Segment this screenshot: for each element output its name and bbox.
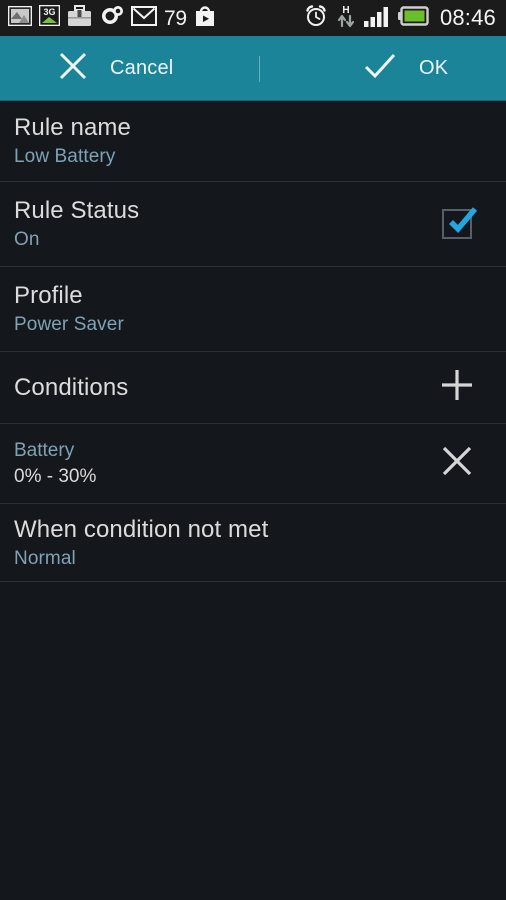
- action-bar: Cancel OK: [0, 36, 506, 104]
- row-rule-status-title: Rule Status: [14, 197, 140, 224]
- rule-settings-list: Rule name Low Battery Rule Status On Pro…: [0, 101, 506, 900]
- hspa-data-icon: H: [336, 4, 356, 33]
- link-circles-icon: [99, 5, 124, 32]
- gmail-icon: [131, 5, 157, 31]
- close-x-icon: [440, 444, 474, 483]
- notification-count: 79: [164, 6, 187, 30]
- row-rule-status[interactable]: Rule Status On: [0, 182, 506, 267]
- row-rule-name-value: Low Battery: [14, 146, 116, 167]
- briefcase-icon: [67, 4, 92, 32]
- ok-button-label: OK: [419, 57, 449, 79]
- row-profile-value: Power Saver: [14, 314, 124, 335]
- action-bar-divider: [259, 56, 260, 82]
- status-bar-system: H 08:46: [304, 4, 498, 33]
- add-condition-button[interactable]: [430, 361, 484, 415]
- row-rule-name[interactable]: Rule name Low Battery: [0, 101, 506, 182]
- screenshot-icon: [7, 5, 33, 31]
- svg-text:3G: 3G: [43, 7, 55, 17]
- row-profile-title: Profile: [14, 282, 83, 309]
- svg-text:H: H: [342, 5, 349, 16]
- ok-button[interactable]: OK: [253, 36, 506, 101]
- row-when-condition-not-met-text: When condition not met Normal: [14, 515, 488, 571]
- signal-bars-icon: [363, 5, 390, 32]
- check-icon: [441, 202, 481, 242]
- cancel-button[interactable]: Cancel: [0, 36, 253, 101]
- alarm-clock-icon: [304, 4, 328, 32]
- status-bar: 3G 79 H 08:46: [0, 0, 506, 36]
- row-profile[interactable]: Profile Power Saver: [0, 267, 506, 352]
- row-condition-battery[interactable]: Battery 0% - 30%: [0, 424, 506, 504]
- row-conditions-text: Conditions: [14, 373, 430, 402]
- cancel-button-label: Cancel: [110, 57, 174, 79]
- row-when-condition-not-met-title: When condition not met: [14, 515, 269, 543]
- status-bar-notifications: 3G 79: [7, 4, 304, 32]
- checkbox-box: [442, 207, 478, 239]
- close-x-icon: [58, 51, 88, 86]
- row-condition-battery-title: Battery: [14, 439, 75, 461]
- check-icon: [363, 51, 397, 86]
- row-condition-battery-value: 0% - 30%: [14, 465, 97, 487]
- row-when-condition-not-met-value: Normal: [14, 547, 76, 569]
- rule-status-checkbox[interactable]: [430, 197, 484, 251]
- status-bar-clock: 08:46: [439, 5, 496, 30]
- plus-icon: [438, 366, 476, 409]
- remove-condition-button[interactable]: [430, 437, 484, 491]
- row-rule-status-value: On: [14, 229, 40, 250]
- row-when-condition-not-met[interactable]: When condition not met Normal: [0, 504, 506, 582]
- empty-area: [0, 582, 506, 900]
- row-rule-name-text: Rule name Low Battery: [14, 113, 488, 169]
- play-store-icon: [194, 4, 216, 32]
- row-conditions-header: Conditions: [0, 352, 506, 424]
- row-condition-battery-text: Battery 0% - 30%: [14, 439, 430, 489]
- row-profile-text: Profile Power Saver: [14, 281, 488, 337]
- phone-screen: 3G 79 H 08:46 Cancel OK Rule name Low Ba…: [0, 0, 506, 900]
- row-conditions-title: Conditions: [14, 374, 129, 401]
- row-rule-name-title: Rule name: [14, 114, 131, 141]
- row-rule-status-text: Rule Status On: [14, 196, 430, 252]
- 3g-icon: 3G: [38, 4, 61, 31]
- battery-icon: [397, 5, 430, 31]
